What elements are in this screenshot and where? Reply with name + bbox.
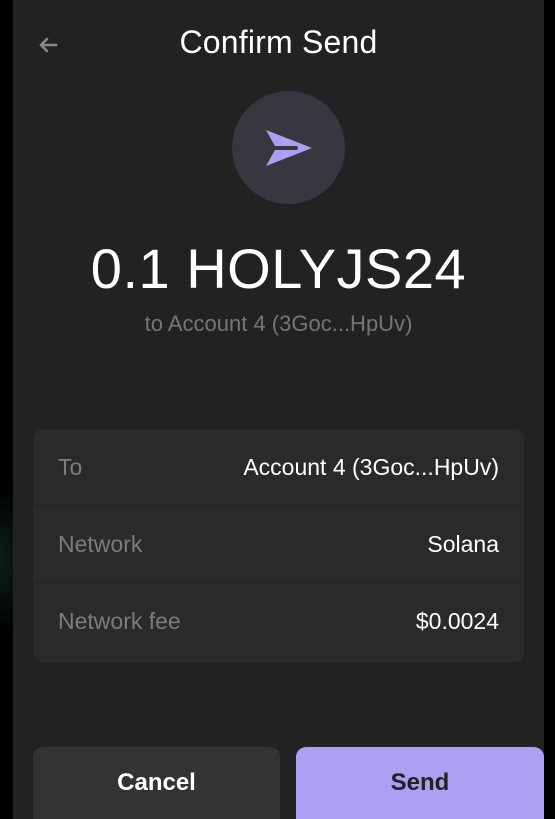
send-button[interactable]: Send xyxy=(296,747,544,819)
detail-label: To xyxy=(58,453,83,480)
detail-row-network: Network Solana xyxy=(33,506,524,583)
detail-label: Network xyxy=(58,530,143,557)
page-title: Confirm Send xyxy=(179,24,378,60)
detail-value: Account 4 (3Goc...HpUv) xyxy=(243,453,499,480)
detail-row-to: To Account 4 (3Goc...HpUv) xyxy=(33,429,524,506)
detail-value: $0.0024 xyxy=(415,608,499,634)
recipient-subtitle: to Account 4 (3Goc...HpUv) xyxy=(144,311,413,336)
transaction-details-card: To Account 4 (3Goc...HpUv) Network Solan… xyxy=(33,429,524,662)
confirm-send-panel: Confirm Send 0.1 HOLYJS24 to Account 4 (… xyxy=(13,0,544,819)
detail-value: Solana xyxy=(427,530,499,557)
send-amount: 0.1 HOLYJS24 xyxy=(90,237,467,300)
cancel-button[interactable]: Cancel xyxy=(33,747,280,819)
paper-plane-icon xyxy=(265,129,312,166)
detail-label: Network fee xyxy=(58,608,181,634)
app-frame: Confirm Send 0.1 HOLYJS24 to Account 4 (… xyxy=(0,0,555,819)
detail-row-network-fee: Network fee $0.0024 xyxy=(33,583,524,660)
send-icon-badge xyxy=(232,91,345,204)
